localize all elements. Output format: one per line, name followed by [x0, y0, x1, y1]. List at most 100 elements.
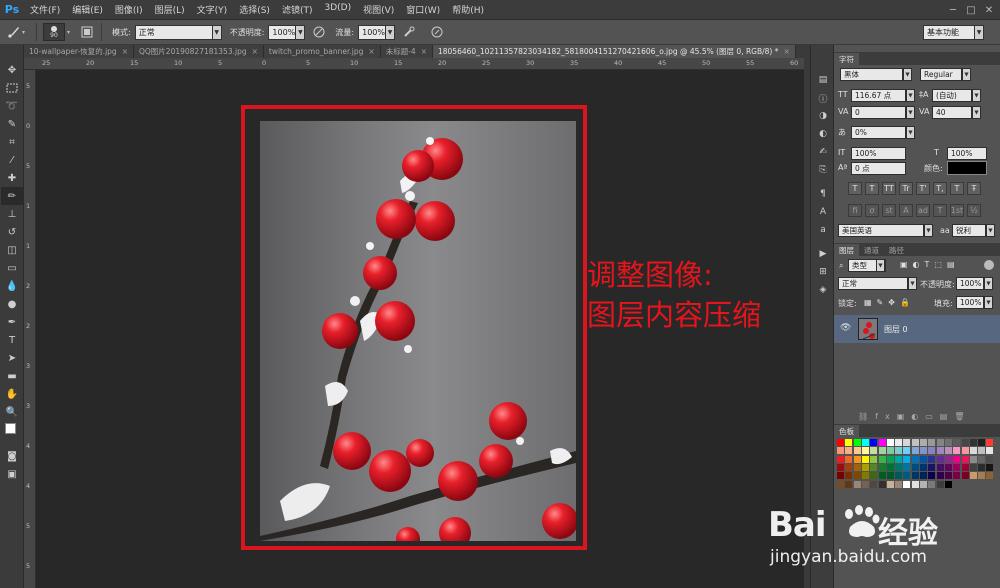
- color-swatch[interactable]: [928, 480, 936, 488]
- menu-item[interactable]: 图层(L): [149, 3, 191, 16]
- color-swatch[interactable]: [969, 463, 977, 471]
- color-swatch[interactable]: [870, 439, 878, 446]
- color-swatch[interactable]: [870, 472, 878, 480]
- color-swatch[interactable]: [911, 439, 919, 446]
- color-swatch[interactable]: [861, 439, 869, 446]
- fill-dropdown-icon[interactable]: ▼: [984, 296, 993, 309]
- type-style-button[interactable]: T': [916, 182, 930, 195]
- vertical-scale-input[interactable]: 100%: [851, 147, 906, 160]
- minimize-icon[interactable]: ─: [944, 0, 962, 20]
- language-dropdown-icon[interactable]: ▼: [924, 224, 933, 237]
- gradient-tool-icon[interactable]: ▭: [1, 259, 23, 277]
- layer-actions-icons[interactable]: ⛓fx▣◐▭▤🗑: [858, 412, 972, 421]
- dodge-tool-icon[interactable]: ●: [1, 295, 23, 313]
- color-swatch[interactable]: [878, 439, 886, 446]
- color-swatch[interactable]: [920, 472, 927, 480]
- type-style-button[interactable]: TT: [882, 182, 896, 195]
- pen-tool-icon[interactable]: ✒: [1, 313, 23, 331]
- pressure-opacity-icon[interactable]: [311, 24, 327, 40]
- color-swatch[interactable]: [870, 447, 878, 455]
- color-swatch[interactable]: [920, 439, 927, 446]
- color-swatch[interactable]: [986, 447, 994, 455]
- color-swatch[interactable]: [944, 480, 952, 488]
- color-swatch[interactable]: [936, 455, 944, 463]
- color-swatch[interactable]: [920, 480, 927, 488]
- workspace-select[interactable]: 基本功能: [923, 25, 975, 40]
- type-style-button[interactable]: T: [865, 182, 879, 195]
- color-swatch[interactable]: [920, 455, 927, 463]
- layer-visibility-eye-icon[interactable]: 👁: [840, 323, 851, 333]
- text-color-swatch[interactable]: [947, 161, 987, 175]
- color-swatch[interactable]: [936, 472, 944, 480]
- color-swatch[interactable]: [969, 439, 977, 446]
- filter-toggle-icon[interactable]: [984, 260, 994, 270]
- color-swatch[interactable]: [837, 455, 844, 463]
- color-swatch[interactable]: [953, 472, 961, 480]
- color-swatch[interactable]: [978, 439, 986, 446]
- opacity-input[interactable]: 100%: [268, 24, 297, 40]
- color-swatch[interactable]: [886, 455, 894, 463]
- menu-item[interactable]: 文字(Y): [191, 3, 234, 16]
- color-swatch[interactable]: [928, 439, 936, 446]
- color-swatch[interactable]: [928, 447, 936, 455]
- color-swatch[interactable]: [911, 463, 919, 471]
- tsume-dropdown-icon[interactable]: ▼: [906, 126, 915, 139]
- color-swatch[interactable]: [878, 447, 886, 455]
- tab-close-icon[interactable]: ×: [421, 47, 427, 56]
- color-swatch[interactable]: [853, 447, 861, 455]
- antialias-dropdown-icon[interactable]: ▼: [986, 224, 995, 237]
- color-swatch[interactable]: [861, 480, 869, 488]
- leading-input[interactable]: (自动): [932, 89, 972, 102]
- color-swatch[interactable]: [944, 472, 952, 480]
- color-swatch[interactable]: [986, 455, 994, 463]
- brush-size-picker[interactable]: 90: [43, 23, 65, 41]
- tab-channels[interactable]: 通道: [859, 244, 884, 256]
- document-tab[interactable]: 18056460_10211357823034182_5818004151270…: [432, 45, 796, 58]
- color-swatch[interactable]: [886, 439, 894, 446]
- type-style-button[interactable]: Tr: [899, 182, 913, 195]
- opentype-button[interactable]: 1st: [950, 204, 964, 217]
- color-swatch[interactable]: [903, 447, 911, 455]
- color-swatch[interactable]: [845, 480, 853, 488]
- color-swatch[interactable]: [878, 472, 886, 480]
- 3d-panel-icon[interactable]: ◈: [812, 281, 834, 299]
- adjustments-panel-icon[interactable]: ◐: [812, 125, 834, 143]
- move-tool-icon[interactable]: ✥: [1, 61, 23, 79]
- opentype-button[interactable]: A: [899, 204, 913, 217]
- color-swatch[interactable]: [936, 480, 944, 488]
- lasso-tool-icon[interactable]: ➰: [1, 97, 23, 115]
- opentype-button[interactable]: st: [882, 204, 896, 217]
- tab-character[interactable]: 字符: [834, 53, 859, 65]
- color-swatch[interactable]: [986, 439, 994, 446]
- tracking-dropdown-icon[interactable]: ▼: [972, 106, 981, 119]
- quick-selection-tool-icon[interactable]: ✎: [1, 115, 23, 133]
- color-swatch[interactable]: [870, 480, 878, 488]
- color-swatch[interactable]: [953, 463, 961, 471]
- layer-filter-dropdown-icon[interactable]: ▼: [876, 259, 885, 272]
- color-swatch[interactable]: [969, 455, 977, 463]
- layer-opacity-input[interactable]: 100%: [956, 277, 984, 290]
- character-styles-panel-icon[interactable]: A: [812, 203, 834, 221]
- type-style-button[interactable]: T: [848, 182, 862, 195]
- menu-item[interactable]: 文件(F): [24, 3, 66, 16]
- eyedropper-tool-icon[interactable]: ⁄: [1, 151, 23, 169]
- opentype-button[interactable]: T: [933, 204, 947, 217]
- color-swatch[interactable]: [845, 447, 853, 455]
- color-swatch[interactable]: [853, 463, 861, 471]
- color-swatch[interactable]: [853, 480, 861, 488]
- color-swatch[interactable]: [961, 472, 969, 480]
- color-swatch[interactable]: [895, 447, 903, 455]
- color-swatch[interactable]: [944, 455, 952, 463]
- color-swatch[interactable]: [886, 463, 894, 471]
- color-swatch[interactable]: [870, 463, 878, 471]
- screen-mode-icon[interactable]: ▣: [1, 465, 23, 483]
- close-icon[interactable]: ✕: [980, 0, 998, 20]
- history-panel-icon[interactable]: ▤: [812, 71, 834, 89]
- color-swatch[interactable]: [944, 439, 952, 446]
- hand-tool-icon[interactable]: ✋: [1, 385, 23, 403]
- color-swatch[interactable]: [953, 439, 961, 446]
- airbrush-icon[interactable]: [401, 24, 417, 40]
- color-swatch[interactable]: [903, 480, 911, 488]
- color-swatch[interactable]: [936, 439, 944, 446]
- marquee-tool-icon[interactable]: [1, 79, 23, 97]
